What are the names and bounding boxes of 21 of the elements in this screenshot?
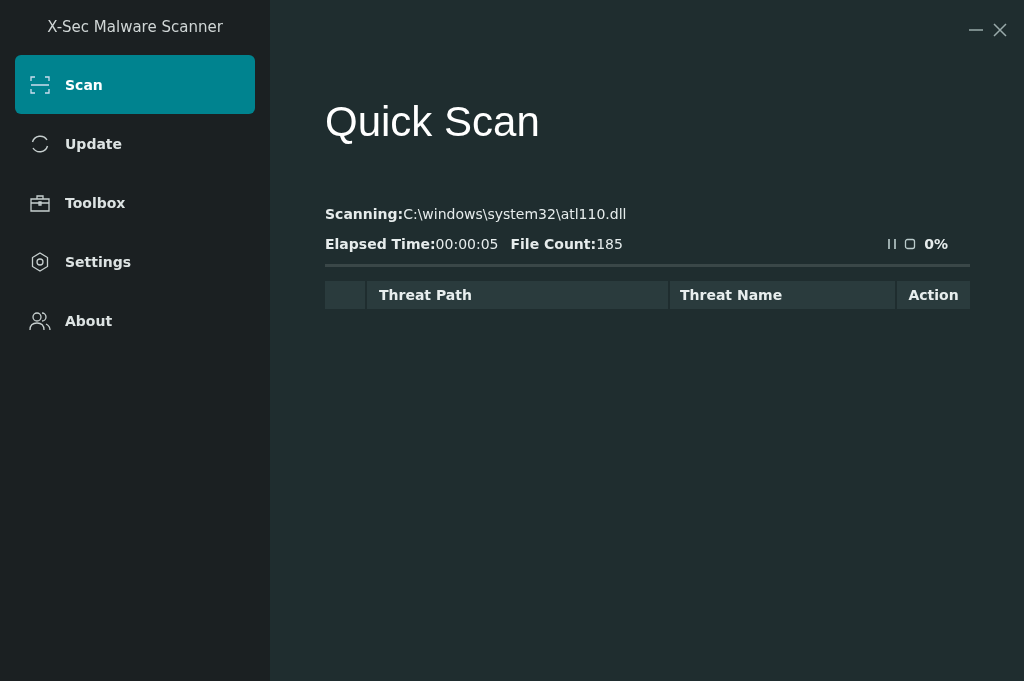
sidebar-item[interactable]: Settings (15, 232, 255, 291)
column-header: Threat Path (367, 281, 668, 309)
scan-icon (29, 73, 51, 96)
file-count: File Count:185 (510, 236, 623, 252)
sidebar-item[interactable]: Scan (15, 55, 255, 114)
users-icon (29, 309, 51, 332)
sidebar-item[interactable]: About (15, 291, 255, 350)
page-title: Quick Scan (325, 98, 541, 146)
app-title: X-Sec Malware Scanner (46, 17, 224, 38)
pause-icon[interactable] (886, 238, 899, 250)
progress-percent: 0% (924, 236, 948, 252)
column-header: Action (897, 281, 970, 309)
sidebar-item[interactable]: Update (15, 114, 255, 173)
refresh-icon (29, 132, 51, 155)
close-icon[interactable] (992, 22, 1008, 38)
settings-icon (29, 250, 51, 273)
stop-icon[interactable] (904, 238, 917, 250)
column-header: Threat Name (670, 281, 895, 309)
elapsed-time: Elapsed Time:00:00:05 (325, 236, 499, 252)
sidebar-item[interactable]: Toolbox (15, 173, 255, 232)
scanning-path: Scanning:C:\windows\system32\atl110.dll (325, 206, 628, 222)
